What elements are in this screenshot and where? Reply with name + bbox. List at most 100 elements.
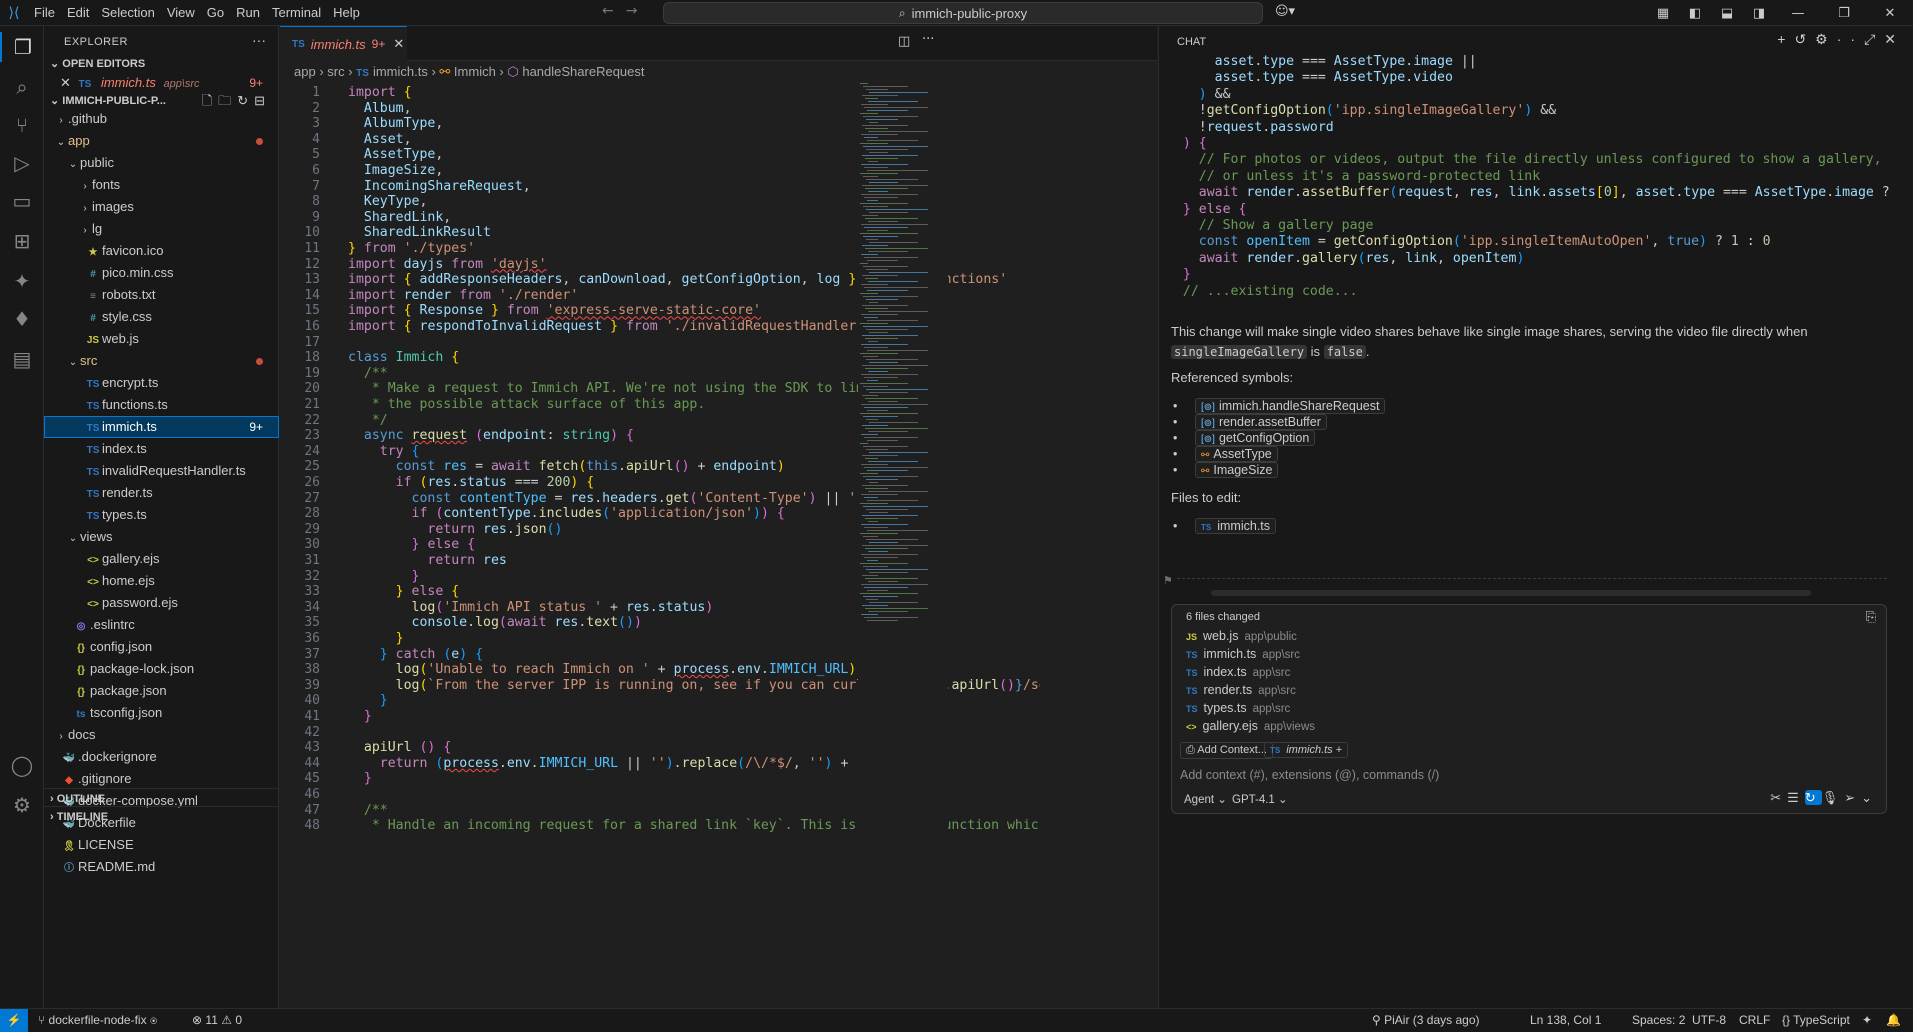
code-line[interactable]: /** <box>348 803 388 818</box>
settings-gear-icon[interactable]: ⚙ <box>1815 31 1837 47</box>
menu-run[interactable]: Run <box>230 0 266 26</box>
code-line[interactable]: } <box>348 693 388 708</box>
back-arrow-icon[interactable]: ← <box>602 3 626 19</box>
code-line[interactable]: const res = await fetch(this.apiUrl() + … <box>348 459 785 474</box>
menu-edit[interactable]: Edit <box>61 0 95 26</box>
code-line[interactable]: /** <box>348 366 388 381</box>
bookmark-icon[interactable]: ⚑ <box>1163 574 1173 587</box>
more-actions-icon[interactable]: ··· <box>252 32 266 48</box>
model-select[interactable]: GPT-4.1 ⌄ <box>1232 792 1288 806</box>
referenced-symbol[interactable]: • ⚯ AssetType <box>1173 446 1278 462</box>
file-item[interactable]: {} package-lock.json <box>44 658 279 680</box>
context-file-chip[interactable]: TS immich.ts + <box>1264 742 1349 758</box>
folder-item[interactable]: › lg <box>44 218 279 240</box>
branch-indicator[interactable]: ⑂ dockerfile-node-fix ◉ <box>38 1013 157 1027</box>
file-item[interactable]: <> password.ejs <box>44 592 279 614</box>
toggle-secondary-sidebar-icon[interactable]: ◨ <box>1743 6 1775 21</box>
language-mode[interactable]: {} TypeScript <box>1782 1013 1850 1027</box>
code-line[interactable]: } <box>348 631 404 646</box>
code-line[interactable]: import { <box>348 85 412 100</box>
source-control-icon[interactable]: ⑂ <box>7 110 37 140</box>
file-item[interactable]: {} config.json <box>44 636 279 658</box>
problems-indicator[interactable]: ⊗ 11 ⚠ 0 <box>192 1013 242 1027</box>
code-line[interactable]: ImageSize, <box>348 163 443 178</box>
code-line[interactable]: AlbumType, <box>348 116 443 131</box>
folder-item[interactable]: › docs <box>44 724 279 746</box>
file-item[interactable]: TS invalidRequestHandler.ts <box>44 460 279 482</box>
file-item[interactable]: TS immich.ts 9+ <box>44 416 279 438</box>
menu-help[interactable]: Help <box>327 0 366 26</box>
explorer-icon[interactable]: ❐ <box>0 32 44 62</box>
breadcrumb-item[interactable]: immich.ts <box>373 64 428 79</box>
folder-item[interactable]: ⌄ app <box>44 130 279 152</box>
code-line[interactable]: */ <box>348 413 388 428</box>
folder-item[interactable]: ⌄ public <box>44 152 279 174</box>
outline-header[interactable]: › OUTLINE <box>44 788 279 808</box>
code-line[interactable]: Album, <box>348 101 412 116</box>
file-item[interactable]: TS functions.ts <box>44 394 279 416</box>
code-line[interactable]: } <box>348 569 420 584</box>
tools-icon[interactable]: ✂ <box>1770 790 1787 805</box>
breadcrumb-item[interactable]: src <box>327 64 344 79</box>
remote-indicator-icon[interactable]: ⚡ <box>0 1009 28 1032</box>
layout-customize-icon[interactable]: ▦ <box>1647 6 1679 21</box>
more-actions-icon[interactable]: ··· <box>922 32 934 47</box>
chat-title[interactable]: CHAT <box>1177 36 1207 53</box>
file-item[interactable]: ◎ .eslintrc <box>44 614 279 636</box>
minimize-icon[interactable]: — <box>1775 6 1821 21</box>
copilot-status-icon[interactable]: ✦ <box>1862 1013 1872 1027</box>
code-line[interactable]: AssetType, <box>348 147 443 162</box>
cursor-position[interactable]: Ln 138, Col 1 <box>1530 1013 1601 1027</box>
view-changes-icon[interactable]: ⎘ <box>1866 609 1876 625</box>
chat-input[interactable]: Add context (#), extensions (@), command… <box>1180 768 1439 782</box>
extensions-icon[interactable]: ⊞ <box>7 226 37 256</box>
run-debug-icon[interactable]: ▷ <box>7 148 37 178</box>
file-item[interactable]: # pico.min.css <box>44 262 279 284</box>
code-line[interactable]: if (res.status === 200) { <box>348 475 595 490</box>
code-line[interactable]: Asset, <box>348 132 412 147</box>
file-item[interactable]: <> gallery.ejs <box>44 548 279 570</box>
referenced-symbol[interactable]: • [⊚] render.assetBuffer <box>1173 414 1327 430</box>
history-icon[interactable]: ↺ <box>1794 31 1815 47</box>
file-item[interactable]: <> home.ejs <box>44 570 279 592</box>
referenced-symbol[interactable]: • [⊚] getConfigOption <box>1173 430 1316 446</box>
copilot-icon[interactable]: ✦ <box>7 266 37 296</box>
changed-file-item[interactable]: TS immich.ts app\src <box>1186 647 1300 661</box>
code-line[interactable]: return res.json() <box>348 522 562 537</box>
code-line[interactable]: const contentType = res.headers.get('Con… <box>348 491 865 506</box>
file-item[interactable]: ★ favicon.ico <box>44 240 279 262</box>
file-item[interactable]: TS render.ts <box>44 482 279 504</box>
code-line[interactable]: try { <box>348 444 420 459</box>
restore-icon[interactable]: ❐ <box>1821 6 1867 21</box>
forward-arrow-icon[interactable]: → <box>626 3 650 19</box>
close-icon[interactable]: ✕ <box>1867 6 1913 21</box>
code-line[interactable]: } catch (e) { <box>348 647 483 662</box>
toggle-sidebar-icon[interactable]: ◧ <box>1679 6 1711 21</box>
file-item[interactable]: # style.css <box>44 306 279 328</box>
menu-view[interactable]: View <box>161 0 201 26</box>
mode-select[interactable]: Agent ⌄ <box>1184 792 1227 806</box>
code-line[interactable]: log('Immich API status ' + res.status) <box>348 600 714 615</box>
mongodb-icon[interactable]: ♦ <box>7 304 37 334</box>
file-item[interactable]: TS index.ts <box>44 438 279 460</box>
changed-file-item[interactable]: TS index.ts app\src <box>1186 665 1290 679</box>
code-line[interactable]: * Make a request to Immich API. We're no… <box>348 381 880 396</box>
code-line[interactable]: } <box>348 709 372 724</box>
containers-icon[interactable]: ▤ <box>7 344 37 374</box>
code-line[interactable]: import { Response } from 'express-serve-… <box>348 303 761 318</box>
referenced-symbol[interactable]: • [⊚] immich.handleShareRequest <box>1173 398 1386 414</box>
remote-explorer-icon[interactable]: ▭ <box>7 186 37 216</box>
breadcrumb-item[interactable]: Immich <box>454 64 496 79</box>
code-line[interactable]: } from './types' <box>348 241 475 256</box>
file-item[interactable]: TS types.ts <box>44 504 279 526</box>
code-line[interactable]: } else { <box>348 537 476 552</box>
new-chat-icon[interactable]: + <box>1777 31 1794 47</box>
file-item[interactable]: ⓘ README.md <box>44 856 279 878</box>
file-item[interactable]: {} package.json <box>44 680 279 702</box>
folder-item[interactable]: › images <box>44 196 279 218</box>
menu-file[interactable]: File <box>28 0 61 26</box>
indentation[interactable]: Spaces: 2 <box>1632 1013 1685 1027</box>
command-center[interactable]: ⌕ immich-public-proxy <box>663 2 1263 24</box>
code-line[interactable]: } <box>348 771 372 786</box>
folder-item[interactable]: ⌄ src <box>44 350 279 372</box>
